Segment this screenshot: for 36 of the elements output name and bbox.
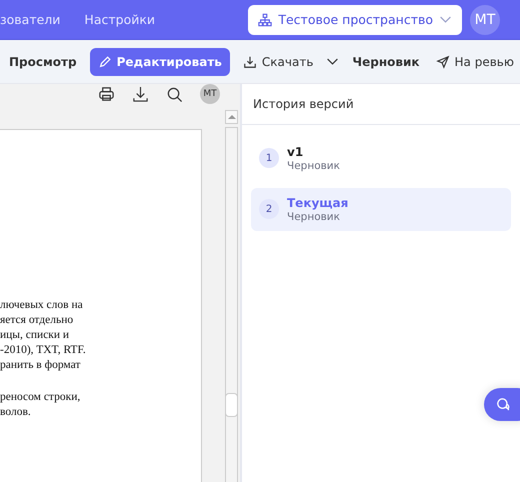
user-avatar[interactable]: MT — [200, 84, 220, 104]
download-button[interactable]: Скачать — [236, 48, 320, 74]
document-text-line: ицы, списки и — [0, 328, 70, 343]
chat-bubbles-icon — [495, 397, 510, 412]
version-name: Текущая — [287, 196, 348, 210]
workspace-dropdown[interactable]: Тестовое пространство — [248, 4, 462, 34]
edit-button[interactable]: Редактировать — [90, 48, 230, 76]
review-button[interactable]: На ревью — [428, 48, 520, 74]
version-number: 1 — [259, 148, 279, 168]
chat-button[interactable] — [484, 388, 520, 421]
hierarchy-icon — [258, 12, 272, 26]
document-text-line: реносом строки, — [0, 390, 82, 405]
scrollbar-thumb[interactable] — [225, 393, 238, 417]
document-text-line: волов. — [0, 405, 32, 420]
view-button[interactable]: Просмотр — [2, 48, 84, 74]
download-icon[interactable] — [132, 86, 149, 102]
nav-link[interactable]: Настройки — [84, 12, 156, 27]
scrollbar-track[interactable] — [225, 127, 238, 482]
nav-link[interactable]: зователи — [0, 12, 60, 27]
download-icon — [242, 54, 257, 68]
version-item[interactable]: 1 v1 Черновик — [251, 137, 511, 180]
panel-title: История версий — [242, 84, 520, 125]
version-status: Черновик — [287, 160, 340, 172]
version-item[interactable]: 2 Текущая Черновик — [251, 188, 511, 231]
document-text-line: -2010), TXT, RTF. — [0, 343, 87, 358]
document-text-line: ранить в формат — [0, 358, 82, 373]
draft-status-button[interactable]: Черновик — [345, 48, 427, 74]
document-text-line: яется отдельно — [0, 313, 74, 328]
version-status: Черновик — [287, 211, 341, 223]
search-icon[interactable] — [166, 86, 183, 102]
send-icon — [436, 54, 450, 68]
version-name: v1 — [287, 145, 304, 159]
version-number: 2 — [259, 199, 279, 219]
print-icon[interactable] — [98, 86, 115, 102]
pencil-icon — [98, 54, 112, 68]
document-text-line: лючевых слов на — [0, 298, 84, 313]
